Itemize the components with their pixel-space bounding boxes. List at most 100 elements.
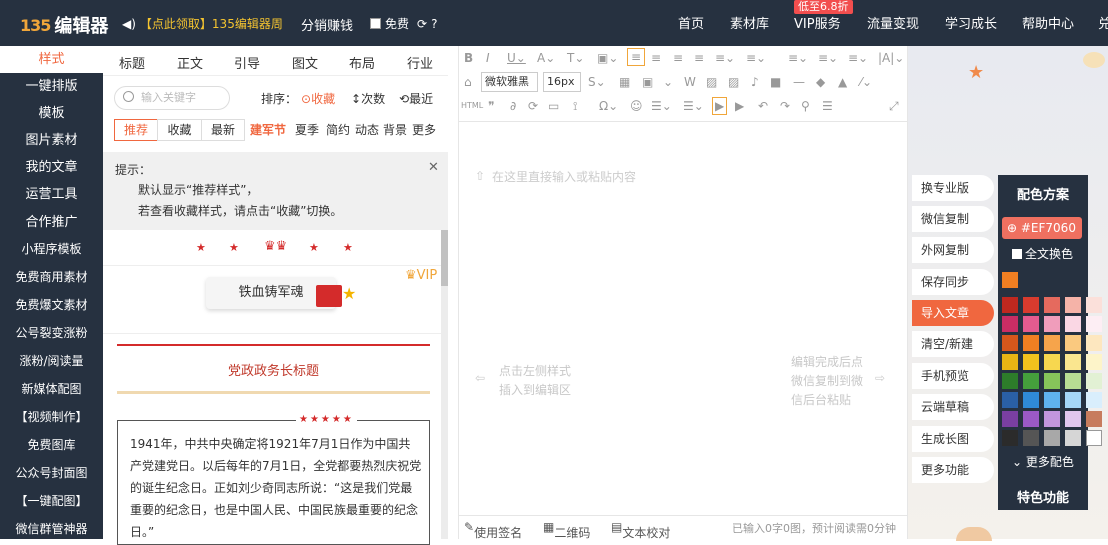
- leftnav-free-viral[interactable]: 免费爆文素材: [0, 292, 103, 319]
- sort-recent[interactable]: ⟲最近: [399, 90, 433, 107]
- tab-title[interactable]: 标题: [119, 53, 145, 72]
- select-icon[interactable]: ▶: [735, 99, 744, 113]
- tab-body[interactable]: 正文: [177, 53, 203, 72]
- all-color-checkbox[interactable]: [1012, 249, 1022, 259]
- color-swatch[interactable]: [1002, 316, 1018, 332]
- letter-spacing-icon[interactable]: ≡⌄: [818, 51, 838, 65]
- word-icon[interactable]: W: [684, 75, 696, 89]
- text-format-icon[interactable]: T⌄: [567, 51, 584, 65]
- leftnav-template[interactable]: 模板: [0, 100, 103, 127]
- tab-guide[interactable]: 引导: [234, 53, 260, 72]
- editor-area[interactable]: [458, 46, 908, 539]
- color-swatch[interactable]: [1023, 297, 1039, 313]
- cat-summer[interactable]: 夏季: [295, 121, 319, 138]
- paragraph-spacing-icon[interactable]: ≡⌄: [788, 51, 808, 65]
- leftnav-onekey[interactable]: 一键排版: [0, 73, 103, 100]
- more-colors-link[interactable]: ⌄ 更多配色: [1012, 453, 1074, 470]
- sort-favorite[interactable]: ⊙收藏: [301, 90, 335, 107]
- table-icon[interactable]: ▦: [619, 75, 630, 89]
- format-icon[interactable]: ▶: [712, 97, 728, 115]
- list-icon[interactable]: ≡⌄: [848, 51, 868, 65]
- leftnav-articles[interactable]: 我的文章: [0, 154, 103, 181]
- format-brush-icon[interactable]: ⌂: [464, 75, 472, 89]
- sort-count[interactable]: ↕次数: [351, 90, 385, 107]
- close-icon[interactable]: ✕: [428, 160, 439, 175]
- text-direction-icon[interactable]: |A|⌄: [878, 51, 904, 65]
- style-search-input[interactable]: 输入关键字: [114, 86, 230, 110]
- italic-icon[interactable]: I: [486, 51, 490, 65]
- color-swatch[interactable]: [1023, 373, 1039, 389]
- color-swatch[interactable]: [1002, 411, 1018, 427]
- align-center-icon[interactable]: ≡: [651, 51, 661, 65]
- color-swatch[interactable]: [1086, 297, 1102, 313]
- cat-army-day[interactable]: 建军节: [250, 121, 286, 138]
- long-image-button[interactable]: 生成长图: [912, 426, 994, 452]
- all-color-toggle[interactable]: 全文换色: [1012, 245, 1073, 262]
- leftnav-style[interactable]: 样式: [0, 46, 103, 73]
- color-swatch[interactable]: [1065, 354, 1081, 370]
- magic-icon[interactable]: ⁄⌄: [860, 75, 872, 89]
- link-icon[interactable]: ∂: [510, 99, 516, 113]
- special-char-icon[interactable]: Ω⌄: [599, 99, 618, 113]
- color-swatch[interactable]: [1044, 354, 1060, 370]
- eraser-icon[interactable]: ◆: [816, 75, 825, 89]
- emoji-icon[interactable]: ☺: [630, 99, 643, 113]
- import-article-button[interactable]: 导入文章: [912, 300, 994, 326]
- anchor-icon[interactable]: ⟳: [528, 99, 538, 113]
- html-icon[interactable]: HTML: [461, 101, 483, 110]
- style-sample-text-box[interactable]: ★★★★★ 1941年，中共中央确定将1921年7月1日作为中国共产党建党日。以…: [117, 414, 430, 545]
- clear-new-button[interactable]: 清空/新建: [912, 331, 994, 357]
- leftnav-cooperation[interactable]: 合作推广: [0, 209, 103, 236]
- leftnav-video[interactable]: 【视频制作】: [0, 404, 103, 431]
- color-swatch[interactable]: [1065, 430, 1081, 446]
- redo-icon[interactable]: ↷: [780, 99, 790, 113]
- blockquote-icon[interactable]: ⟟: [573, 99, 577, 114]
- nav-vip[interactable]: VIP服务: [794, 13, 841, 32]
- cat-more[interactable]: 更多: [412, 121, 436, 138]
- find-icon[interactable]: ⚲: [801, 99, 810, 113]
- color-swatch[interactable]: [1044, 430, 1060, 446]
- align-left-icon[interactable]: ≡: [627, 48, 646, 66]
- picture-icon[interactable]: ▨: [706, 75, 717, 89]
- ordered-list-icon[interactable]: ☰⌄: [651, 99, 672, 113]
- signature-button[interactable]: ✎ 使用签名: [464, 520, 522, 540]
- more-functions-button[interactable]: 更多功能: [912, 457, 994, 483]
- color-swatch[interactable]: [1002, 373, 1018, 389]
- color-swatch[interactable]: [1044, 316, 1060, 332]
- color-swatch[interactable]: [1065, 335, 1081, 351]
- font-size-select[interactable]: 16px: [543, 72, 581, 92]
- style-sample-gov-title[interactable]: 党政政务长标题: [117, 344, 430, 394]
- leftnav-reads[interactable]: 涨粉/阅读量: [0, 348, 103, 375]
- pro-version-button[interactable]: 换专业版: [912, 175, 994, 201]
- nav-learn[interactable]: 学习成长: [945, 13, 997, 32]
- nav-material[interactable]: 素材库: [730, 13, 769, 32]
- unordered-list-icon[interactable]: ☰⌄: [683, 99, 704, 113]
- external-copy-button[interactable]: 外网复制: [912, 237, 994, 263]
- leftnav-tools[interactable]: 运营工具: [0, 181, 103, 208]
- undo-icon[interactable]: ↶: [758, 99, 768, 113]
- leftnav-media-image[interactable]: 新媒体配图: [0, 376, 103, 403]
- tab-industry[interactable]: 行业: [407, 53, 433, 72]
- leftnav-fans[interactable]: 公号裂变涨粉: [0, 320, 103, 347]
- proofread-button[interactable]: ▤ 文本校对: [611, 520, 670, 540]
- cat-dynamic[interactable]: 动态: [355, 121, 379, 138]
- qrcode-button[interactable]: ▦ 二维码: [543, 520, 590, 540]
- nav-help[interactable]: 帮助中心: [1022, 13, 1074, 32]
- color-swatch[interactable]: [1044, 373, 1060, 389]
- color-swatch[interactable]: [1044, 335, 1060, 351]
- color-swatch[interactable]: [1065, 373, 1081, 389]
- mobile-preview-button[interactable]: 手机预览: [912, 363, 994, 389]
- color-swatch[interactable]: [1086, 354, 1102, 370]
- color-swatch[interactable]: [1023, 316, 1039, 332]
- color-swatch[interactable]: [1044, 411, 1060, 427]
- clear-icon[interactable]: ▲: [838, 75, 847, 89]
- style-panel-scrollbar[interactable]: [441, 230, 448, 539]
- divider-icon[interactable]: —: [793, 75, 805, 89]
- subtab-favorite[interactable]: 收藏: [157, 119, 202, 141]
- color-swatch[interactable]: [1086, 316, 1102, 332]
- cloud-draft-button[interactable]: 云端草稿: [912, 394, 994, 420]
- audio-icon[interactable]: ♪: [751, 75, 759, 89]
- color-swatch[interactable]: [1002, 297, 1018, 313]
- color-swatch[interactable]: [1023, 411, 1039, 427]
- color-swatch[interactable]: [1065, 411, 1081, 427]
